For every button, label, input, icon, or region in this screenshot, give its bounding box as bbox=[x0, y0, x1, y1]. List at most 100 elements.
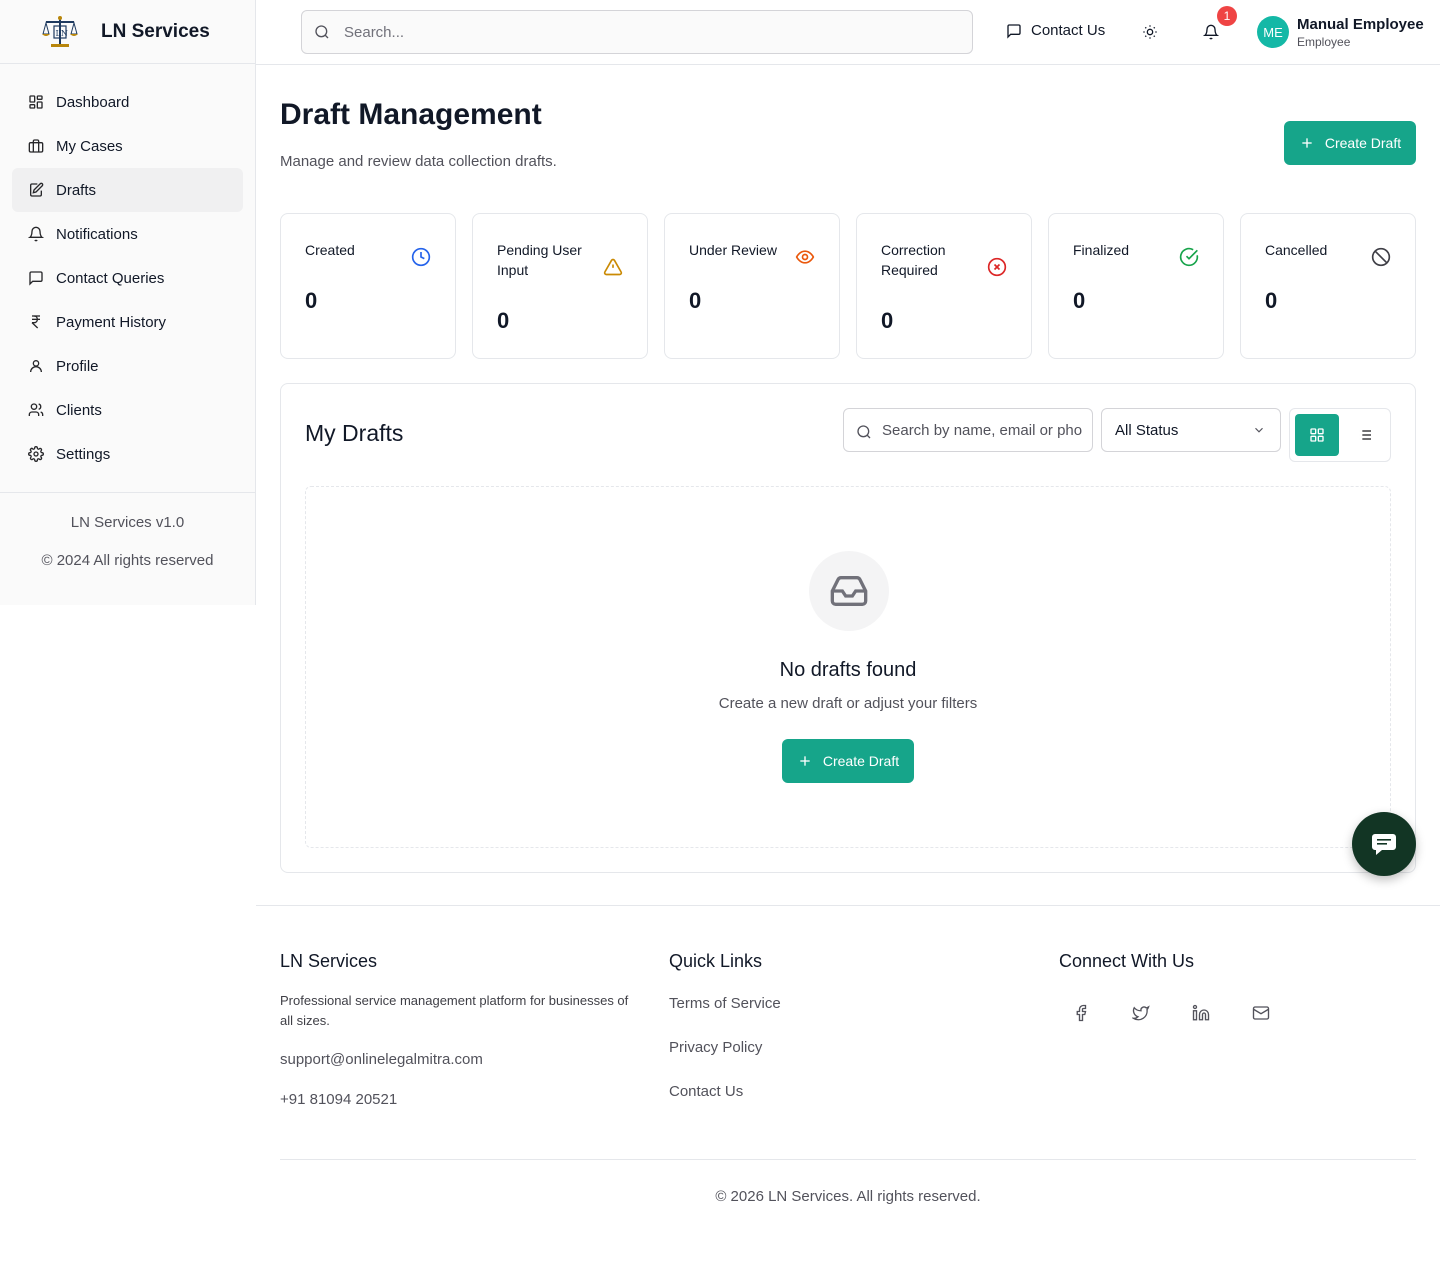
stat-value: 0 bbox=[305, 288, 318, 313]
drafts-search[interactable] bbox=[843, 408, 1093, 452]
sidebar-item-payment-history[interactable]: Payment History bbox=[12, 300, 243, 344]
empty-state-icon-wrap bbox=[809, 551, 889, 631]
sidebar-item-my-cases[interactable]: My Cases bbox=[12, 124, 243, 168]
sidebar-item-clients[interactable]: Clients bbox=[12, 388, 243, 432]
empty-state-title: No drafts found bbox=[779, 659, 917, 681]
stat-label: Finalized bbox=[1073, 242, 1130, 258]
sidebar-item-label: Dashboard bbox=[56, 93, 130, 111]
my-drafts-panel: My Drafts All Status No drafts found Cre… bbox=[280, 383, 1416, 873]
sidebar-item-dashboard[interactable]: Dashboard bbox=[12, 80, 243, 124]
sidebar-item-label: Notifications bbox=[56, 225, 138, 243]
clock-icon bbox=[411, 247, 431, 267]
status-stats: Created 0 Pending User Input 0 Under Rev… bbox=[280, 213, 1416, 359]
list-view-button[interactable] bbox=[1343, 414, 1387, 456]
stat-label: Pending User Input bbox=[497, 242, 582, 278]
empty-create-draft-button[interactable]: Create Draft bbox=[782, 739, 914, 783]
users-icon bbox=[28, 403, 44, 416]
plus-icon bbox=[1302, 138, 1312, 148]
sidebar-item-label: Payment History bbox=[56, 313, 167, 331]
chat-button[interactable] bbox=[1352, 812, 1416, 876]
brand-name: LN Services bbox=[101, 20, 210, 42]
top-header: Contact Us 1 ME Manual Employee Employee bbox=[256, 0, 1440, 65]
footer-phone[interactable]: +91 81094 20521 bbox=[280, 1091, 397, 1108]
footer-link-terms[interactable]: Terms of Service bbox=[669, 995, 781, 1012]
create-draft-label: Create Draft bbox=[822, 753, 900, 769]
stat-value: 0 bbox=[1073, 288, 1086, 313]
bell-icon[interactable] bbox=[1203, 24, 1219, 40]
message-icon bbox=[1007, 23, 1021, 39]
search-icon bbox=[857, 425, 871, 439]
sun-icon[interactable] bbox=[1142, 24, 1158, 40]
mail-icon[interactable] bbox=[1252, 1004, 1270, 1022]
rupee-icon bbox=[31, 315, 40, 329]
contact-us-label: Contact Us bbox=[1031, 22, 1106, 39]
sidebar-item-label: Drafts bbox=[56, 181, 97, 199]
create-draft-button[interactable]: Create Draft bbox=[1284, 121, 1416, 165]
drafts-search-input[interactable] bbox=[882, 421, 1082, 439]
user-icon bbox=[30, 360, 42, 373]
status-filter-value: All Status bbox=[1115, 421, 1179, 439]
footer-link-privacy[interactable]: Privacy Policy bbox=[669, 1039, 762, 1056]
sidebar-item-contact-queries[interactable]: Contact Queries bbox=[12, 256, 243, 300]
page-subtitle: Manage and review data collection drafts… bbox=[280, 153, 557, 170]
x-circle-icon bbox=[987, 257, 1007, 277]
footer-links-title: Quick Links bbox=[669, 951, 763, 971]
ban-icon bbox=[1371, 247, 1391, 267]
create-draft-label: Create Draft bbox=[1324, 135, 1402, 151]
facebook-icon[interactable] bbox=[1072, 1004, 1090, 1022]
stat-value: 0 bbox=[1265, 288, 1278, 313]
dashboard-icon bbox=[29, 95, 43, 109]
sidebar-nav: Dashboard My Cases Drafts Notifications … bbox=[0, 64, 255, 476]
status-filter-select[interactable]: All Status bbox=[1101, 408, 1281, 452]
empty-state-subtitle: Create a new draft or adjust your filter… bbox=[718, 695, 978, 712]
scales-of-justice-logo: LN bbox=[42, 15, 78, 47]
app-version: LN Services v1.0 bbox=[70, 514, 185, 531]
site-footer: LN Services Professional service managem… bbox=[256, 905, 1440, 1263]
stat-value: 0 bbox=[497, 308, 510, 333]
stat-card-cancelled[interactable]: Cancelled 0 bbox=[1240, 213, 1416, 359]
stat-card-created[interactable]: Created 0 bbox=[280, 213, 456, 359]
sidebar-item-label: My Cases bbox=[56, 137, 123, 155]
stat-label: Correction Required bbox=[881, 242, 946, 278]
bell-icon bbox=[28, 226, 44, 242]
footer-link-contact[interactable]: Contact Us bbox=[669, 1083, 743, 1100]
sidebar-item-label: Contact Queries bbox=[56, 269, 165, 287]
message-icon bbox=[29, 271, 43, 286]
stat-card-correction-required[interactable]: Correction Required 0 bbox=[856, 213, 1032, 359]
chevron-down-icon bbox=[1255, 427, 1263, 433]
avatar[interactable]: ME bbox=[1257, 16, 1289, 48]
contact-us-button[interactable]: Contact Us bbox=[1006, 22, 1105, 39]
footer-about-title: LN Services bbox=[280, 951, 378, 971]
grid-icon bbox=[1310, 428, 1324, 442]
search-input[interactable] bbox=[344, 23, 944, 41]
grid-view-button[interactable] bbox=[1295, 414, 1339, 456]
global-search[interactable] bbox=[301, 10, 973, 54]
sidebar-item-label: Settings bbox=[56, 445, 111, 463]
user-name[interactable]: Manual Employee bbox=[1297, 16, 1424, 33]
page-title: Draft Management bbox=[280, 98, 542, 131]
stat-card-under-review[interactable]: Under Review 0 bbox=[664, 213, 840, 359]
sidebar-item-drafts[interactable]: Drafts bbox=[12, 168, 243, 212]
chat-bubble-icon bbox=[1372, 834, 1396, 855]
twitter-icon[interactable] bbox=[1132, 1004, 1150, 1022]
eye-icon bbox=[795, 250, 815, 264]
stat-label: Cancelled bbox=[1265, 242, 1328, 258]
notification-badge: 1 bbox=[1217, 6, 1237, 26]
brand[interactable]: LN LN Services bbox=[0, 0, 255, 64]
sidebar-item-settings[interactable]: Settings bbox=[12, 432, 243, 476]
check-circle-icon bbox=[1179, 247, 1199, 267]
footer-email[interactable]: support@onlinelegalmitra.com bbox=[280, 1051, 483, 1068]
empty-state: No drafts found Create a new draft or ad… bbox=[305, 486, 1391, 848]
footer-copyright: © 2026 LN Services. All rights reserved. bbox=[715, 1188, 981, 1205]
list-icon bbox=[1359, 430, 1371, 440]
sidebar-item-notifications[interactable]: Notifications bbox=[12, 212, 243, 256]
edit-document-icon bbox=[30, 182, 44, 197]
sidebar-footer: LN Services v1.0 © 2024 All rights reser… bbox=[0, 492, 255, 569]
inbox-icon bbox=[830, 576, 868, 606]
sidebar-item-label: Profile bbox=[56, 357, 99, 375]
linkedin-icon[interactable] bbox=[1192, 1004, 1210, 1022]
stat-card-pending-user-input[interactable]: Pending User Input 0 bbox=[472, 213, 648, 359]
sidebar-item-profile[interactable]: Profile bbox=[12, 344, 243, 388]
stat-value: 0 bbox=[881, 308, 894, 333]
stat-card-finalized[interactable]: Finalized 0 bbox=[1048, 213, 1224, 359]
